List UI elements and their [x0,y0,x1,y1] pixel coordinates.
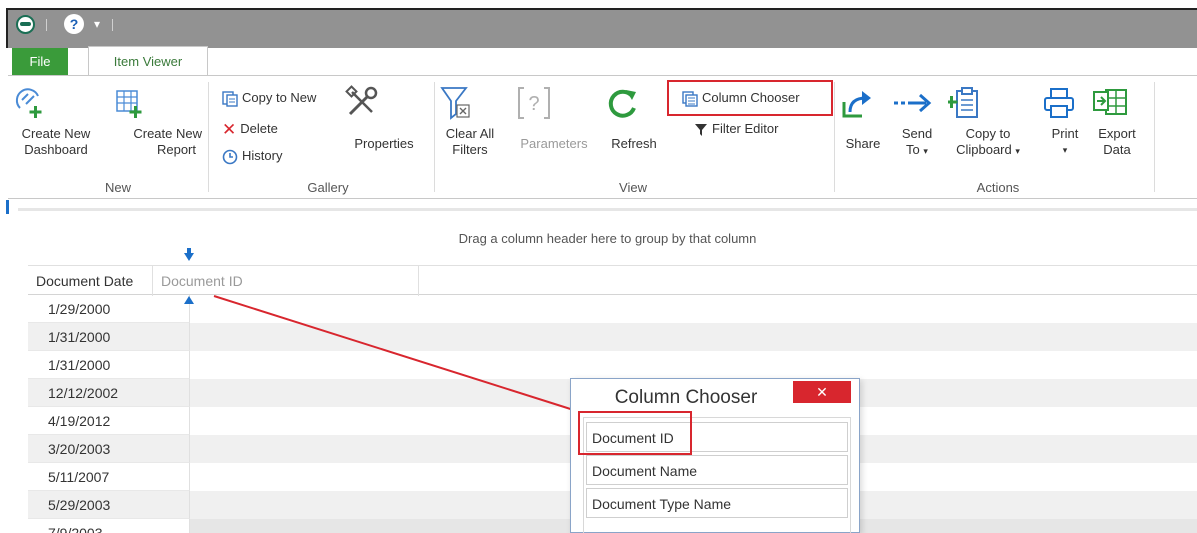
button-label: To [906,142,920,157]
drop-indicator-up-icon [184,296,194,304]
clear-filter-icon [440,86,500,120]
copy-to-clipboard-button[interactable]: Copy to Clipboard ▾ [948,86,1028,159]
button-label: Refresh [611,136,657,151]
cell-document-date: 1/31/2000 [28,351,190,379]
button-label: Dashboard [24,142,88,157]
column-chooser-dialog: Column Chooser ✕ Document ID Document Na… [570,378,860,533]
history-button[interactable]: History [222,146,282,166]
button-label: Copy to New [242,90,317,105]
cell-document-date: 3/20/2003 [28,435,190,463]
filter-icon [694,123,708,137]
ribbon: Create New Dashboard Create New Report N… [8,75,1197,199]
group-separator [208,82,209,192]
cell-document-date: 1/31/2000 [28,323,190,351]
button-label: Share [845,136,881,151]
group-label-actions: Actions [976,180,1020,195]
report-icon [112,86,202,120]
button-label: History [242,148,283,163]
create-new-report-button[interactable]: Create New Report [112,86,202,158]
clear-all-filters-button[interactable]: Clear All Filters [440,86,500,158]
grid-header: Document Date Document ID [28,265,1197,296]
button-label: Create New [133,126,202,141]
refresh-icon [604,86,664,120]
button-label: Parameters [520,136,588,151]
button-label: Filter Editor [712,121,779,136]
column-header-document-date[interactable]: Document Date [28,266,153,296]
delete-button[interactable]: ✕ Delete [222,119,278,139]
button-label: Clipboard [956,142,1012,157]
dialog-title: Column Chooser [614,387,758,408]
group-separator [434,82,435,192]
group-label-view: View [619,180,647,195]
cell-document-date: 7/9/2003 [28,519,190,533]
cell-document-date: 1/29/2000 [28,295,190,323]
send-to-button[interactable]: Send To ▾ [892,86,942,159]
group-label-gallery: Gallery [307,180,349,195]
export-data-button[interactable]: Export Data [1092,86,1142,158]
button-label: Data [1103,142,1131,157]
app-logo-icon[interactable] [16,15,35,34]
separator [46,19,47,31]
button-label: Copy to [965,126,1011,141]
tab-item-viewer[interactable]: Item Viewer [88,46,208,76]
cell-document-date: 5/11/2007 [28,463,190,491]
cell-document-date: 4/19/2012 [28,407,190,435]
clipboard-icon [948,86,1028,120]
column-header-document-id[interactable]: Document ID [153,266,419,296]
button-label: Create New [21,126,91,141]
dropdown-arrow-icon: ▾ [923,146,928,156]
button-label: Filters [452,142,488,157]
tab-file[interactable]: File [12,48,68,75]
tools-icon [344,84,424,120]
cell-document-date: 12/12/2002 [28,379,190,407]
button-label: Report [156,142,196,157]
group-separator [1154,82,1155,192]
delete-x-icon: ✕ [222,119,237,139]
dashboard-icon [14,86,98,120]
cell-document-date: 5/29/2003 [28,491,190,519]
print-button[interactable]: Print ▾ [1042,86,1088,158]
drop-indicator-down-icon [184,248,194,261]
title-bar: ? ▾ [6,8,1197,48]
button-label: Send [901,126,933,141]
send-arrow-icon [892,86,942,120]
help-icon[interactable]: ? [64,14,84,34]
share-button[interactable]: Share [840,86,886,152]
highlight-box [667,80,833,116]
copy-to-new-button[interactable]: Copy to New [222,88,316,108]
button-label: Delete [240,121,278,136]
separator [112,19,113,31]
table-row[interactable]: 1/31/2000 [28,351,1197,379]
button-label: Clear All [445,126,495,141]
group-by-panel[interactable]: Drag a column header here to group by th… [18,208,1197,264]
parameters-button[interactable]: ? Parameters [516,86,592,152]
highlight-box [578,411,692,455]
refresh-button[interactable]: Refresh [604,86,664,152]
export-spreadsheet-icon [1092,86,1142,120]
properties-button[interactable]: Properties [344,84,424,152]
left-edge [0,200,10,533]
svg-text:?: ? [528,93,539,115]
filter-editor-button[interactable]: Filter Editor [694,119,778,139]
customize-arrow-icon[interactable]: ▾ [94,17,100,31]
share-icon [840,86,886,120]
column-item-document-name[interactable]: Document Name [586,455,848,485]
copy-icon [222,90,238,107]
column-item-document-type-name[interactable]: Document Type Name [586,488,848,518]
group-by-hint: Drag a column header here to group by th… [458,231,757,246]
close-icon[interactable]: ✕ [793,381,851,403]
dropdown-arrow-icon: ▾ [1015,146,1020,156]
table-row[interactable]: 1/31/2000 [28,323,1197,351]
printer-icon [1042,86,1088,120]
button-label: Print [1051,126,1079,141]
clock-icon [222,149,238,165]
group-separator [834,82,835,192]
dropdown-arrow-icon: ▾ [1062,145,1068,155]
group-label-new: New [104,180,131,195]
button-label: Properties [354,136,414,151]
parameters-bracket-icon: ? [516,86,592,120]
table-row[interactable]: 1/29/2000 [28,295,1197,323]
create-new-dashboard-button[interactable]: Create New Dashboard [14,86,98,158]
button-label: Export [1098,126,1136,141]
